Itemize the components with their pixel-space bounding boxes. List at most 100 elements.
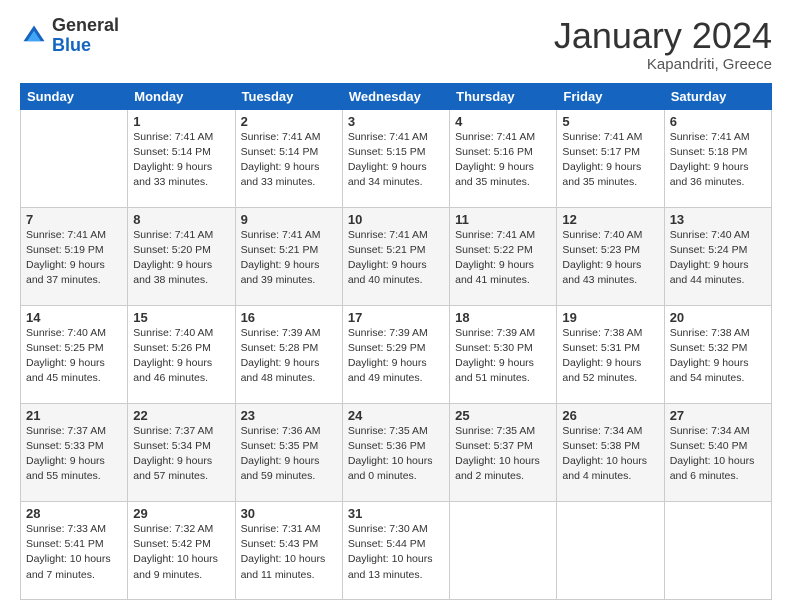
day-info: Sunrise: 7:41 AM Sunset: 5:21 PM Dayligh… <box>241 228 337 289</box>
day-info: Sunrise: 7:39 AM Sunset: 5:29 PM Dayligh… <box>348 326 444 387</box>
day-info: Sunrise: 7:39 AM Sunset: 5:30 PM Dayligh… <box>455 326 551 387</box>
calendar-cell: 12Sunrise: 7:40 AM Sunset: 5:23 PM Dayli… <box>557 207 664 305</box>
title-block: January 2024 Kapandriti, Greece <box>554 16 772 73</box>
calendar-cell <box>21 109 128 207</box>
day-number: 27 <box>670 408 766 423</box>
day-info: Sunrise: 7:41 AM Sunset: 5:14 PM Dayligh… <box>133 130 229 191</box>
day-number: 26 <box>562 408 658 423</box>
day-number: 21 <box>26 408 122 423</box>
calendar-week-3: 14Sunrise: 7:40 AM Sunset: 5:25 PM Dayli… <box>21 305 772 403</box>
header: General Blue January 2024 Kapandriti, Gr… <box>20 16 772 73</box>
calendar-header-sunday: Sunday <box>21 83 128 109</box>
day-number: 1 <box>133 114 229 129</box>
logo-icon <box>20 22 48 50</box>
day-number: 3 <box>348 114 444 129</box>
day-info: Sunrise: 7:41 AM Sunset: 5:19 PM Dayligh… <box>26 228 122 289</box>
day-number: 9 <box>241 212 337 227</box>
calendar-header-monday: Monday <box>128 83 235 109</box>
calendar-cell: 23Sunrise: 7:36 AM Sunset: 5:35 PM Dayli… <box>235 403 342 501</box>
day-info: Sunrise: 7:40 AM Sunset: 5:25 PM Dayligh… <box>26 326 122 387</box>
day-number: 16 <box>241 310 337 325</box>
calendar-week-4: 21Sunrise: 7:37 AM Sunset: 5:33 PM Dayli… <box>21 403 772 501</box>
day-number: 20 <box>670 310 766 325</box>
calendar-week-1: 1Sunrise: 7:41 AM Sunset: 5:14 PM Daylig… <box>21 109 772 207</box>
calendar-table: SundayMondayTuesdayWednesdayThursdayFrid… <box>20 83 772 600</box>
calendar-cell: 18Sunrise: 7:39 AM Sunset: 5:30 PM Dayli… <box>450 305 557 403</box>
day-info: Sunrise: 7:30 AM Sunset: 5:44 PM Dayligh… <box>348 522 444 583</box>
calendar-cell: 16Sunrise: 7:39 AM Sunset: 5:28 PM Dayli… <box>235 305 342 403</box>
day-number: 10 <box>348 212 444 227</box>
calendar-header-wednesday: Wednesday <box>342 83 449 109</box>
logo-general: General <box>52 15 119 35</box>
calendar-cell: 13Sunrise: 7:40 AM Sunset: 5:24 PM Dayli… <box>664 207 771 305</box>
day-info: Sunrise: 7:38 AM Sunset: 5:32 PM Dayligh… <box>670 326 766 387</box>
day-number: 8 <box>133 212 229 227</box>
day-number: 15 <box>133 310 229 325</box>
day-info: Sunrise: 7:36 AM Sunset: 5:35 PM Dayligh… <box>241 424 337 485</box>
calendar-cell: 2Sunrise: 7:41 AM Sunset: 5:14 PM Daylig… <box>235 109 342 207</box>
month-title: January 2024 <box>554 16 772 56</box>
calendar-week-5: 28Sunrise: 7:33 AM Sunset: 5:41 PM Dayli… <box>21 501 772 599</box>
calendar-cell: 4Sunrise: 7:41 AM Sunset: 5:16 PM Daylig… <box>450 109 557 207</box>
day-info: Sunrise: 7:40 AM Sunset: 5:23 PM Dayligh… <box>562 228 658 289</box>
day-info: Sunrise: 7:35 AM Sunset: 5:36 PM Dayligh… <box>348 424 444 485</box>
calendar-cell <box>450 501 557 599</box>
day-info: Sunrise: 7:35 AM Sunset: 5:37 PM Dayligh… <box>455 424 551 485</box>
calendar-cell: 14Sunrise: 7:40 AM Sunset: 5:25 PM Dayli… <box>21 305 128 403</box>
calendar-cell <box>557 501 664 599</box>
calendar-cell: 8Sunrise: 7:41 AM Sunset: 5:20 PM Daylig… <box>128 207 235 305</box>
day-info: Sunrise: 7:41 AM Sunset: 5:22 PM Dayligh… <box>455 228 551 289</box>
calendar-cell: 6Sunrise: 7:41 AM Sunset: 5:18 PM Daylig… <box>664 109 771 207</box>
calendar-header-friday: Friday <box>557 83 664 109</box>
day-info: Sunrise: 7:41 AM Sunset: 5:15 PM Dayligh… <box>348 130 444 191</box>
day-info: Sunrise: 7:32 AM Sunset: 5:42 PM Dayligh… <box>133 522 229 583</box>
calendar-cell: 24Sunrise: 7:35 AM Sunset: 5:36 PM Dayli… <box>342 403 449 501</box>
day-info: Sunrise: 7:40 AM Sunset: 5:26 PM Dayligh… <box>133 326 229 387</box>
calendar-cell: 19Sunrise: 7:38 AM Sunset: 5:31 PM Dayli… <box>557 305 664 403</box>
calendar-cell: 9Sunrise: 7:41 AM Sunset: 5:21 PM Daylig… <box>235 207 342 305</box>
day-info: Sunrise: 7:41 AM Sunset: 5:20 PM Dayligh… <box>133 228 229 289</box>
page: General Blue January 2024 Kapandriti, Gr… <box>0 0 792 612</box>
day-number: 23 <box>241 408 337 423</box>
day-number: 13 <box>670 212 766 227</box>
day-number: 2 <box>241 114 337 129</box>
calendar-cell: 31Sunrise: 7:30 AM Sunset: 5:44 PM Dayli… <box>342 501 449 599</box>
logo: General Blue <box>20 16 119 56</box>
calendar-cell: 17Sunrise: 7:39 AM Sunset: 5:29 PM Dayli… <box>342 305 449 403</box>
day-number: 17 <box>348 310 444 325</box>
calendar-cell: 30Sunrise: 7:31 AM Sunset: 5:43 PM Dayli… <box>235 501 342 599</box>
calendar-cell: 15Sunrise: 7:40 AM Sunset: 5:26 PM Dayli… <box>128 305 235 403</box>
calendar-cell: 22Sunrise: 7:37 AM Sunset: 5:34 PM Dayli… <box>128 403 235 501</box>
calendar-cell: 3Sunrise: 7:41 AM Sunset: 5:15 PM Daylig… <box>342 109 449 207</box>
logo-text: General Blue <box>52 16 119 56</box>
day-info: Sunrise: 7:38 AM Sunset: 5:31 PM Dayligh… <box>562 326 658 387</box>
calendar-cell: 7Sunrise: 7:41 AM Sunset: 5:19 PM Daylig… <box>21 207 128 305</box>
calendar-cell: 26Sunrise: 7:34 AM Sunset: 5:38 PM Dayli… <box>557 403 664 501</box>
calendar-cell: 28Sunrise: 7:33 AM Sunset: 5:41 PM Dayli… <box>21 501 128 599</box>
day-number: 6 <box>670 114 766 129</box>
day-info: Sunrise: 7:41 AM Sunset: 5:14 PM Dayligh… <box>241 130 337 191</box>
calendar-header-saturday: Saturday <box>664 83 771 109</box>
day-info: Sunrise: 7:31 AM Sunset: 5:43 PM Dayligh… <box>241 522 337 583</box>
day-number: 19 <box>562 310 658 325</box>
calendar-cell: 27Sunrise: 7:34 AM Sunset: 5:40 PM Dayli… <box>664 403 771 501</box>
calendar-cell: 20Sunrise: 7:38 AM Sunset: 5:32 PM Dayli… <box>664 305 771 403</box>
day-info: Sunrise: 7:41 AM Sunset: 5:17 PM Dayligh… <box>562 130 658 191</box>
calendar-cell: 21Sunrise: 7:37 AM Sunset: 5:33 PM Dayli… <box>21 403 128 501</box>
calendar-cell: 1Sunrise: 7:41 AM Sunset: 5:14 PM Daylig… <box>128 109 235 207</box>
day-info: Sunrise: 7:41 AM Sunset: 5:16 PM Dayligh… <box>455 130 551 191</box>
day-number: 30 <box>241 506 337 521</box>
day-number: 4 <box>455 114 551 129</box>
calendar-header-thursday: Thursday <box>450 83 557 109</box>
day-number: 28 <box>26 506 122 521</box>
day-number: 24 <box>348 408 444 423</box>
calendar-cell: 29Sunrise: 7:32 AM Sunset: 5:42 PM Dayli… <box>128 501 235 599</box>
day-info: Sunrise: 7:33 AM Sunset: 5:41 PM Dayligh… <box>26 522 122 583</box>
calendar-cell: 11Sunrise: 7:41 AM Sunset: 5:22 PM Dayli… <box>450 207 557 305</box>
calendar-header-row: SundayMondayTuesdayWednesdayThursdayFrid… <box>21 83 772 109</box>
day-number: 14 <box>26 310 122 325</box>
calendar-cell: 5Sunrise: 7:41 AM Sunset: 5:17 PM Daylig… <box>557 109 664 207</box>
day-number: 11 <box>455 212 551 227</box>
calendar-cell: 25Sunrise: 7:35 AM Sunset: 5:37 PM Dayli… <box>450 403 557 501</box>
day-info: Sunrise: 7:39 AM Sunset: 5:28 PM Dayligh… <box>241 326 337 387</box>
